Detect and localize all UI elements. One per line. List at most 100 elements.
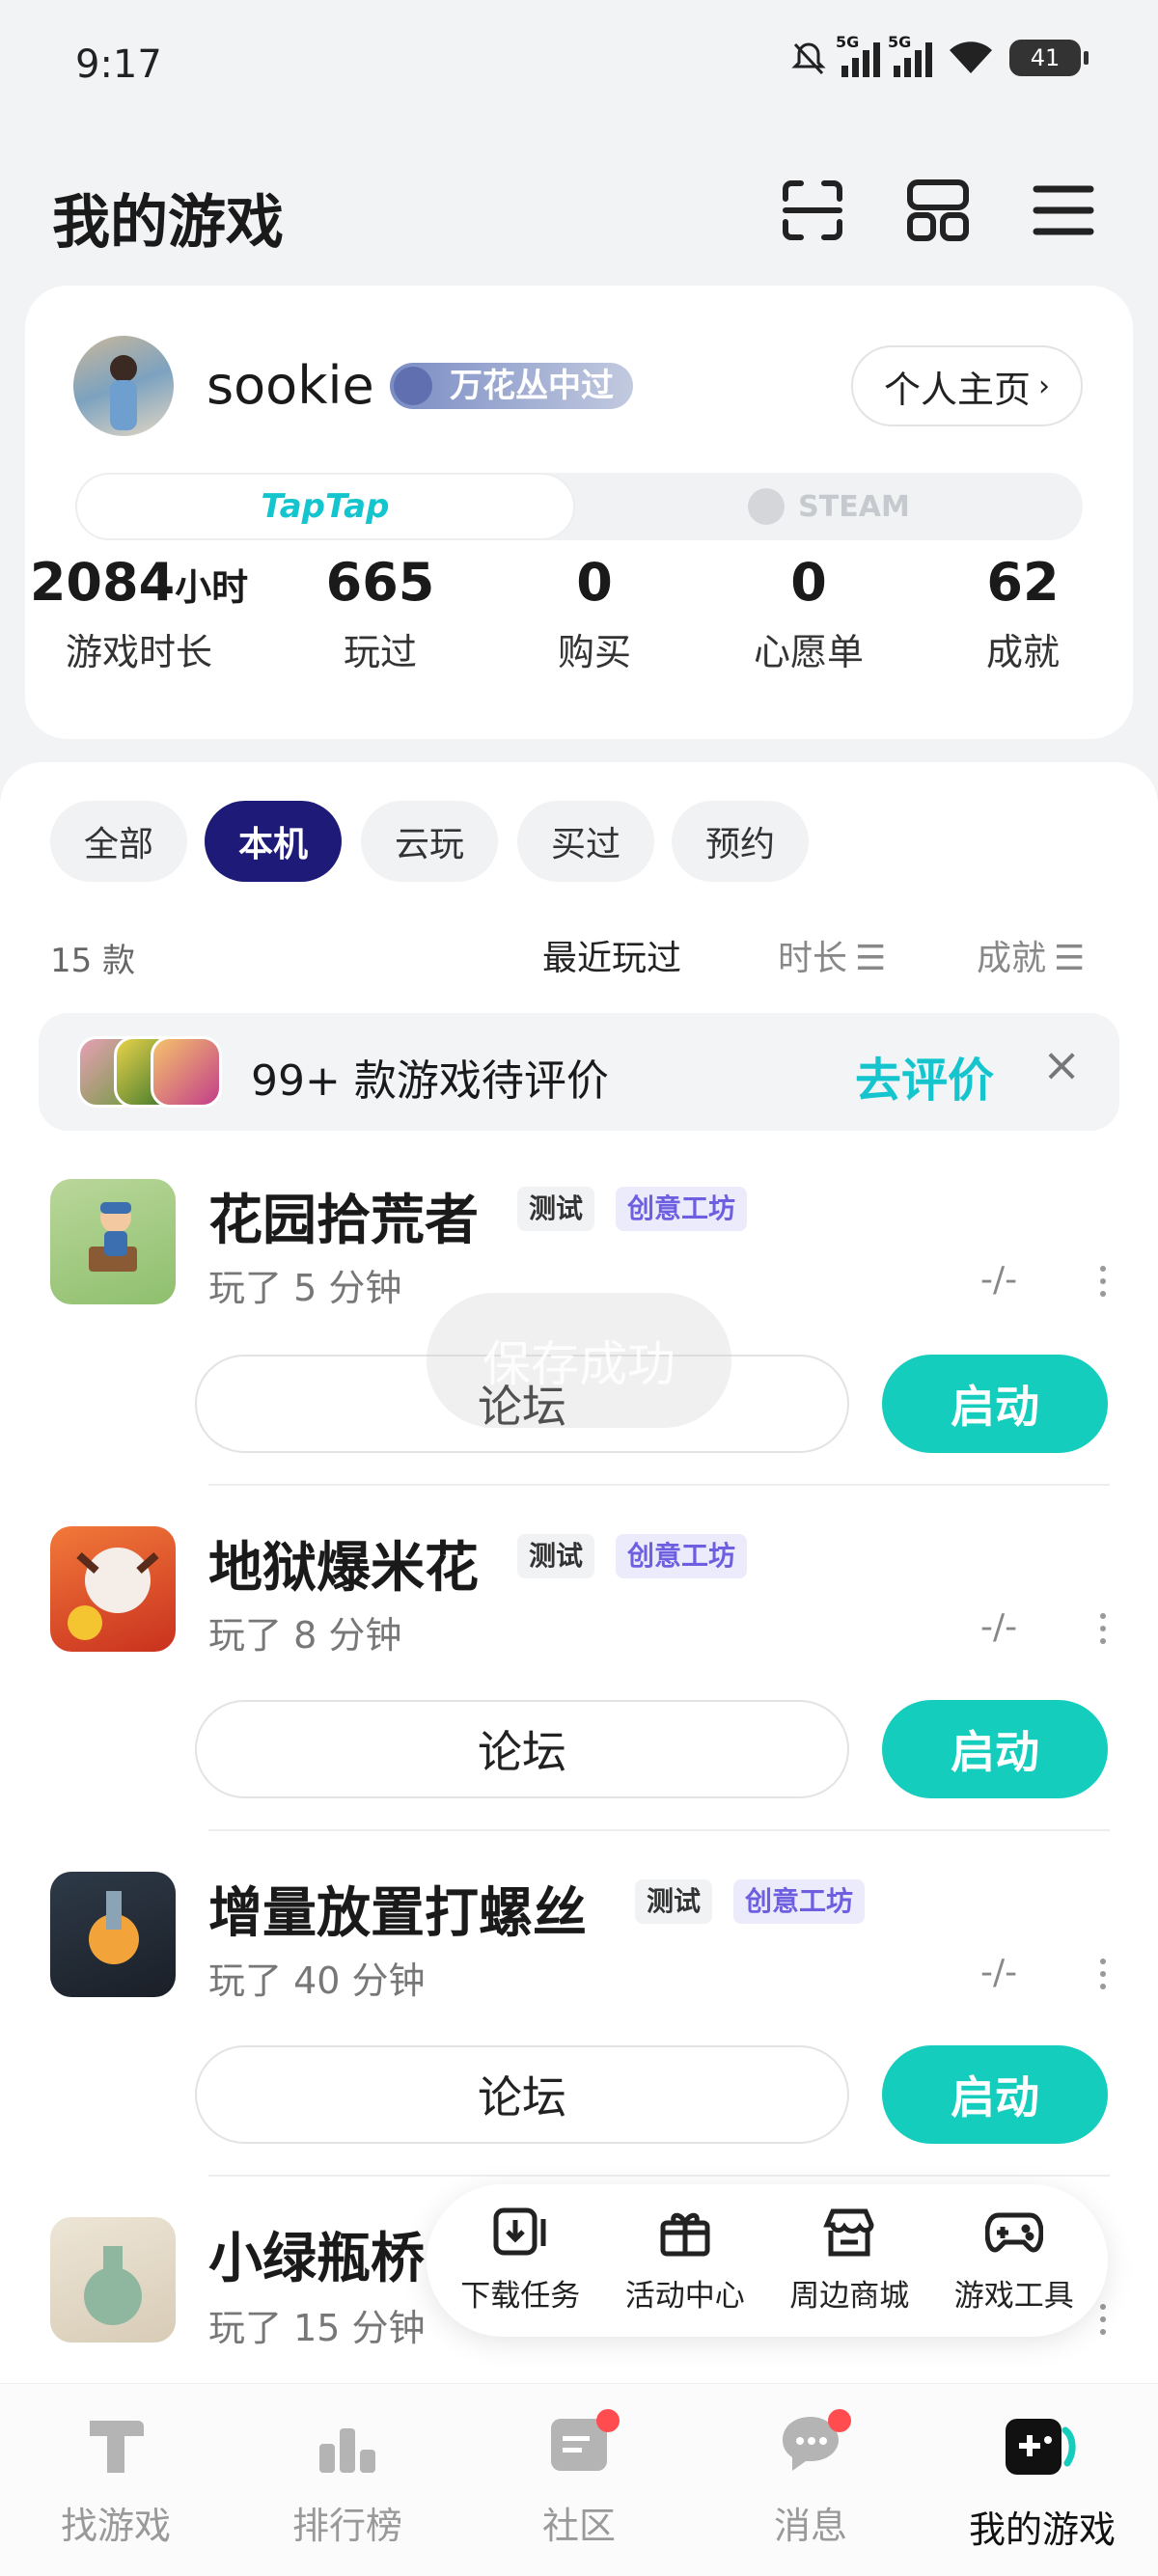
- quick-action-downloads[interactable]: 下载任务: [460, 2207, 580, 2315]
- stat-value: 0: [790, 552, 827, 613]
- stat-achievements[interactable]: 62 成就: [917, 552, 1129, 675]
- game-title[interactable]: 小绿瓶桥: [208, 2215, 430, 2293]
- gamepad-icon: [984, 2212, 1043, 2252]
- forum-button[interactable]: 论坛: [195, 1700, 849, 1798]
- profile-home-button[interactable]: 个人主页 ›: [851, 345, 1083, 426]
- mute-icon: [791, 42, 826, 75]
- filter-chip-local[interactable]: 本机: [205, 801, 342, 882]
- sort-achievements[interactable]: 成就 ☰: [977, 930, 1085, 980]
- forum-button[interactable]: 论坛: [195, 2045, 849, 2144]
- tag-test: 测试: [635, 1879, 713, 1924]
- filter-chip-bought[interactable]: 买过: [517, 801, 654, 882]
- quick-action-label: 下载任务: [460, 2278, 581, 2314]
- filter-chip-cloud[interactable]: 云玩: [361, 801, 498, 882]
- layout-icon[interactable]: [901, 174, 975, 247]
- menu-icon[interactable]: [1027, 174, 1100, 247]
- review-banner[interactable]: 99+ 款游戏待评价 去评价 ×: [39, 1013, 1119, 1131]
- stat-value: 62: [986, 552, 1060, 613]
- stat-label: 游戏时长: [65, 631, 212, 673]
- scan-icon[interactable]: [776, 174, 849, 247]
- tag-test: 测试: [517, 1187, 595, 1231]
- platform-tab-taptap[interactable]: TapTap: [75, 473, 575, 540]
- nav-my-games[interactable]: 我的游戏: [926, 2384, 1158, 2576]
- nav-community[interactable]: 社区: [463, 2384, 695, 2576]
- nav-label: 社区: [541, 2505, 616, 2547]
- user-badge[interactable]: 万花丛中过: [390, 363, 633, 409]
- divider: [208, 1484, 1110, 1486]
- signal-icon: 5G: [888, 33, 932, 77]
- game-icon[interactable]: [50, 2217, 176, 2343]
- game-icon[interactable]: [50, 1526, 176, 1652]
- sort-duration-label: 时长: [778, 939, 848, 978]
- network-type: 5G: [836, 33, 860, 51]
- launch-button[interactable]: 启动: [882, 2045, 1108, 2144]
- avatar[interactable]: [73, 336, 174, 436]
- quick-action-tools[interactable]: 游戏工具: [954, 2207, 1074, 2315]
- played-time: 玩了 40 分钟: [208, 1959, 426, 2002]
- launch-button[interactable]: 启动: [882, 1355, 1108, 1453]
- stat-wishlist[interactable]: 0 心愿单: [703, 552, 915, 675]
- more-options-icon[interactable]: [1100, 2304, 1108, 2342]
- sort-duration[interactable]: 时长 ☰: [778, 930, 886, 980]
- stat-played[interactable]: 665 玩过: [274, 552, 486, 675]
- game-title[interactable]: 增量放置打螺丝: [208, 1870, 587, 1948]
- tag-test: 测试: [517, 1534, 595, 1578]
- status-time: 9:17: [75, 42, 162, 87]
- nav-label: 找游戏: [60, 2505, 171, 2547]
- game-rating: -/-: [980, 1260, 1018, 1300]
- played-time: 玩了 8 分钟: [208, 1614, 402, 1657]
- nav-messages[interactable]: 消息: [695, 2384, 926, 2576]
- filter-chip-all[interactable]: 全部: [50, 801, 187, 882]
- review-text: 99+ 款游戏待评价: [251, 1056, 609, 1106]
- sort-recent[interactable]: 最近玩过: [542, 930, 681, 980]
- quick-action-label: 周边商城: [789, 2278, 910, 2314]
- launch-button[interactable]: 启动: [882, 1700, 1108, 1798]
- review-go-button[interactable]: 去评价: [855, 1042, 994, 1110]
- game-title[interactable]: 花园拾荒者: [208, 1177, 479, 1255]
- filter-chip-reserved[interactable]: 预约: [672, 801, 809, 882]
- status-icons: 5G 5G 41: [789, 33, 1089, 77]
- battery-level: 41: [1030, 44, 1061, 71]
- tag-workshop: 创意工坊: [616, 1187, 748, 1231]
- profile-card: sookie 万花丛中过 个人主页 › TapTap STEAM 2084小时 游…: [25, 286, 1133, 739]
- game-title[interactable]: 地狱爆米花: [208, 1524, 479, 1603]
- stat-purchased[interactable]: 0 购买: [488, 552, 701, 675]
- gift-icon: [660, 2212, 710, 2256]
- notification-dot: [596, 2409, 620, 2432]
- nav-label: 我的游戏: [968, 2508, 1116, 2551]
- played-time: 玩了 5 分钟: [208, 1267, 402, 1309]
- game-icon[interactable]: [50, 1179, 176, 1304]
- nav-rankings[interactable]: 排行榜: [232, 2384, 463, 2576]
- more-options-icon[interactable]: [1100, 1959, 1108, 1996]
- tag-workshop: 创意工坊: [616, 1534, 748, 1578]
- shop-icon: [823, 2208, 874, 2256]
- download-icon: [493, 2207, 546, 2255]
- network-type: 5G: [888, 33, 912, 51]
- nav-label: 消息: [773, 2505, 847, 2547]
- more-options-icon[interactable]: [1100, 1266, 1108, 1303]
- stat-playtime[interactable]: 2084小时 游戏时长: [23, 552, 255, 675]
- game-icon[interactable]: [50, 1872, 176, 1997]
- divider: [208, 2175, 1110, 2177]
- divider: [208, 1829, 1110, 1831]
- steam-label: STEAM: [798, 489, 910, 524]
- close-icon[interactable]: ×: [1042, 1038, 1081, 1092]
- game-rating: -/-: [980, 1953, 1018, 1992]
- more-options-icon[interactable]: [1100, 1613, 1108, 1651]
- wifi-icon: [950, 41, 992, 73]
- bottom-nav: 找游戏 排行榜 社区 消息 我的游戏: [0, 2383, 1158, 2576]
- stat-value: 2084: [29, 552, 176, 613]
- rankings-icon: [319, 2428, 375, 2473]
- platform-tab-steam[interactable]: STEAM: [575, 473, 1083, 540]
- nav-find-games[interactable]: 找游戏: [0, 2384, 232, 2576]
- quick-action-label: 游戏工具: [953, 2278, 1074, 2314]
- my-games-icon: [1006, 2419, 1076, 2475]
- sort-icon: ☰: [855, 939, 887, 978]
- chevron-right-icon: ›: [1038, 369, 1050, 403]
- quick-action-shop[interactable]: 周边商城: [789, 2207, 909, 2315]
- steam-icon: [748, 488, 786, 525]
- stat-label: 购买: [557, 631, 631, 673]
- quick-action-events[interactable]: 活动中心: [625, 2207, 745, 2315]
- username: sookie: [207, 355, 374, 416]
- quick-action-label: 活动中心: [624, 2278, 745, 2314]
